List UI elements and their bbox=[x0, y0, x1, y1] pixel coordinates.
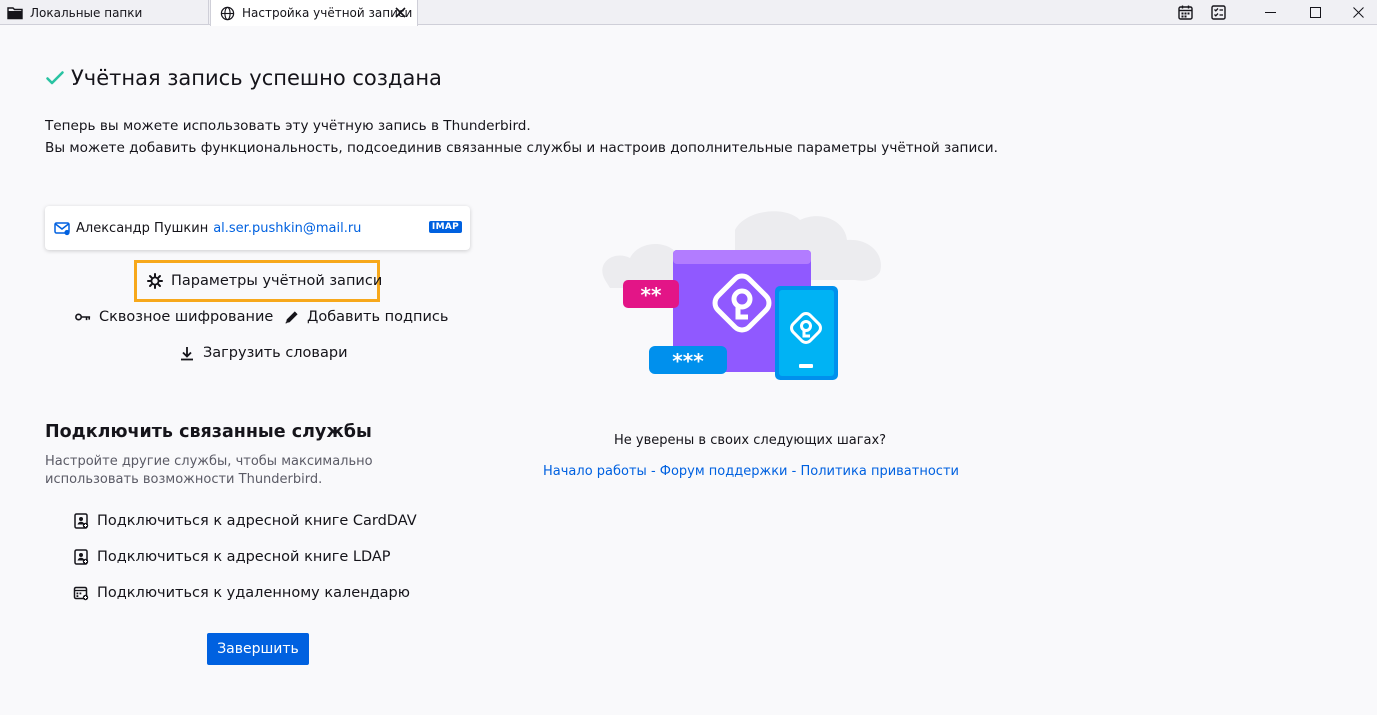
description-line-1: Теперь вы можете использовать эту учётну… bbox=[45, 118, 531, 134]
calendar-add-icon bbox=[73, 585, 89, 601]
tasks-icon[interactable] bbox=[1209, 3, 1227, 21]
checkmark-icon bbox=[46, 71, 64, 85]
add-signature-button[interactable]: Добавить подпись bbox=[283, 309, 448, 325]
address-book-icon bbox=[73, 513, 89, 529]
main-card-header-shape bbox=[673, 250, 811, 264]
tab-local-folders[interactable]: Локальные папки bbox=[0, 0, 209, 25]
account-settings-label: Параметры учётной записи bbox=[171, 273, 383, 289]
add-signature-label: Добавить подпись bbox=[307, 309, 449, 325]
help-question: Не уверены в своих следующих шагах? bbox=[614, 433, 887, 448]
account-card: Александр Пушкин al.ser.pushkin@mail.ru … bbox=[45, 206, 470, 250]
link-separator: - bbox=[646, 464, 660, 479]
tab-label: Настройка учётной записи bbox=[242, 6, 413, 20]
services-title: Подключить связанные службы bbox=[45, 422, 372, 442]
password-dots-long: *** bbox=[672, 349, 704, 373]
privacy-policy-link[interactable]: Политика приватности bbox=[800, 464, 958, 479]
connect-calendar-label: Подключиться к удаленному календарю bbox=[97, 585, 410, 601]
account-settings-button[interactable]: Параметры учётной записи bbox=[134, 260, 383, 302]
minimize-icon[interactable] bbox=[1247, 0, 1293, 25]
tab-account-setup[interactable]: Настройка учётной записи bbox=[210, 0, 418, 26]
e2e-encryption-button[interactable]: Сквозное шифрование bbox=[75, 309, 273, 325]
close-window-icon[interactable] bbox=[1335, 0, 1377, 25]
account-name: Александр Пушкин bbox=[76, 220, 209, 236]
account-email: al.ser.pushkin@mail.ru bbox=[213, 220, 362, 236]
password-dots-short: ** bbox=[641, 283, 662, 307]
getting-started-link[interactable]: Начало работы bbox=[543, 464, 647, 479]
tab-bar: Локальные папки Настройка учётной записи bbox=[0, 0, 1377, 26]
download-dictionaries-label: Загрузить словари bbox=[203, 345, 348, 361]
folder-icon bbox=[7, 5, 23, 21]
download-icon bbox=[179, 345, 195, 361]
download-dictionaries-button[interactable]: Загрузить словари bbox=[179, 345, 348, 361]
pencil-icon bbox=[283, 309, 299, 325]
gear-icon bbox=[147, 273, 163, 289]
globe-icon bbox=[219, 5, 235, 21]
e2e-encryption-label: Сквозное шифрование bbox=[99, 309, 274, 325]
page-title: Учётная запись успешно создана bbox=[71, 66, 442, 90]
phone-button-shape bbox=[799, 364, 813, 368]
link-separator: - bbox=[787, 464, 801, 479]
maximize-icon[interactable] bbox=[1292, 0, 1338, 25]
tab-label: Локальные папки bbox=[30, 5, 143, 20]
description: Теперь вы можете использовать эту учётну… bbox=[45, 115, 998, 159]
calendar-icon[interactable] bbox=[1176, 3, 1194, 21]
address-book-icon bbox=[73, 549, 89, 565]
account-illustration: ** *** bbox=[602, 211, 881, 380]
help-links: Начало работы - Форум поддержки - Полити… bbox=[543, 464, 959, 479]
services-description: Настройте другие службы, чтобы максималь… bbox=[45, 454, 373, 487]
mail-account-icon bbox=[54, 220, 70, 236]
success-header: Учётная запись успешно создана bbox=[45, 66, 442, 90]
connect-calendar-button[interactable]: Подключиться к удаленному календарю bbox=[73, 585, 410, 601]
connect-ldap-label: Подключиться к адресной книге LDAP bbox=[97, 549, 391, 565]
connect-carddav-label: Подключиться к адресной книге CardDAV bbox=[97, 513, 417, 529]
finish-button[interactable]: Завершить bbox=[207, 633, 309, 665]
key-icon bbox=[75, 309, 91, 325]
connect-carddav-button[interactable]: Подключиться к адресной книге CardDAV bbox=[73, 513, 417, 529]
connect-ldap-button[interactable]: Подключиться к адресной книге LDAP bbox=[73, 549, 391, 565]
description-line-2: Вы можете добавить функциональность, под… bbox=[45, 140, 998, 156]
support-forum-link[interactable]: Форум поддержки bbox=[660, 464, 788, 479]
protocol-badge: IMAP bbox=[428, 221, 462, 233]
phone-screen-shape bbox=[779, 290, 834, 376]
close-tab-icon[interactable] bbox=[393, 5, 407, 19]
